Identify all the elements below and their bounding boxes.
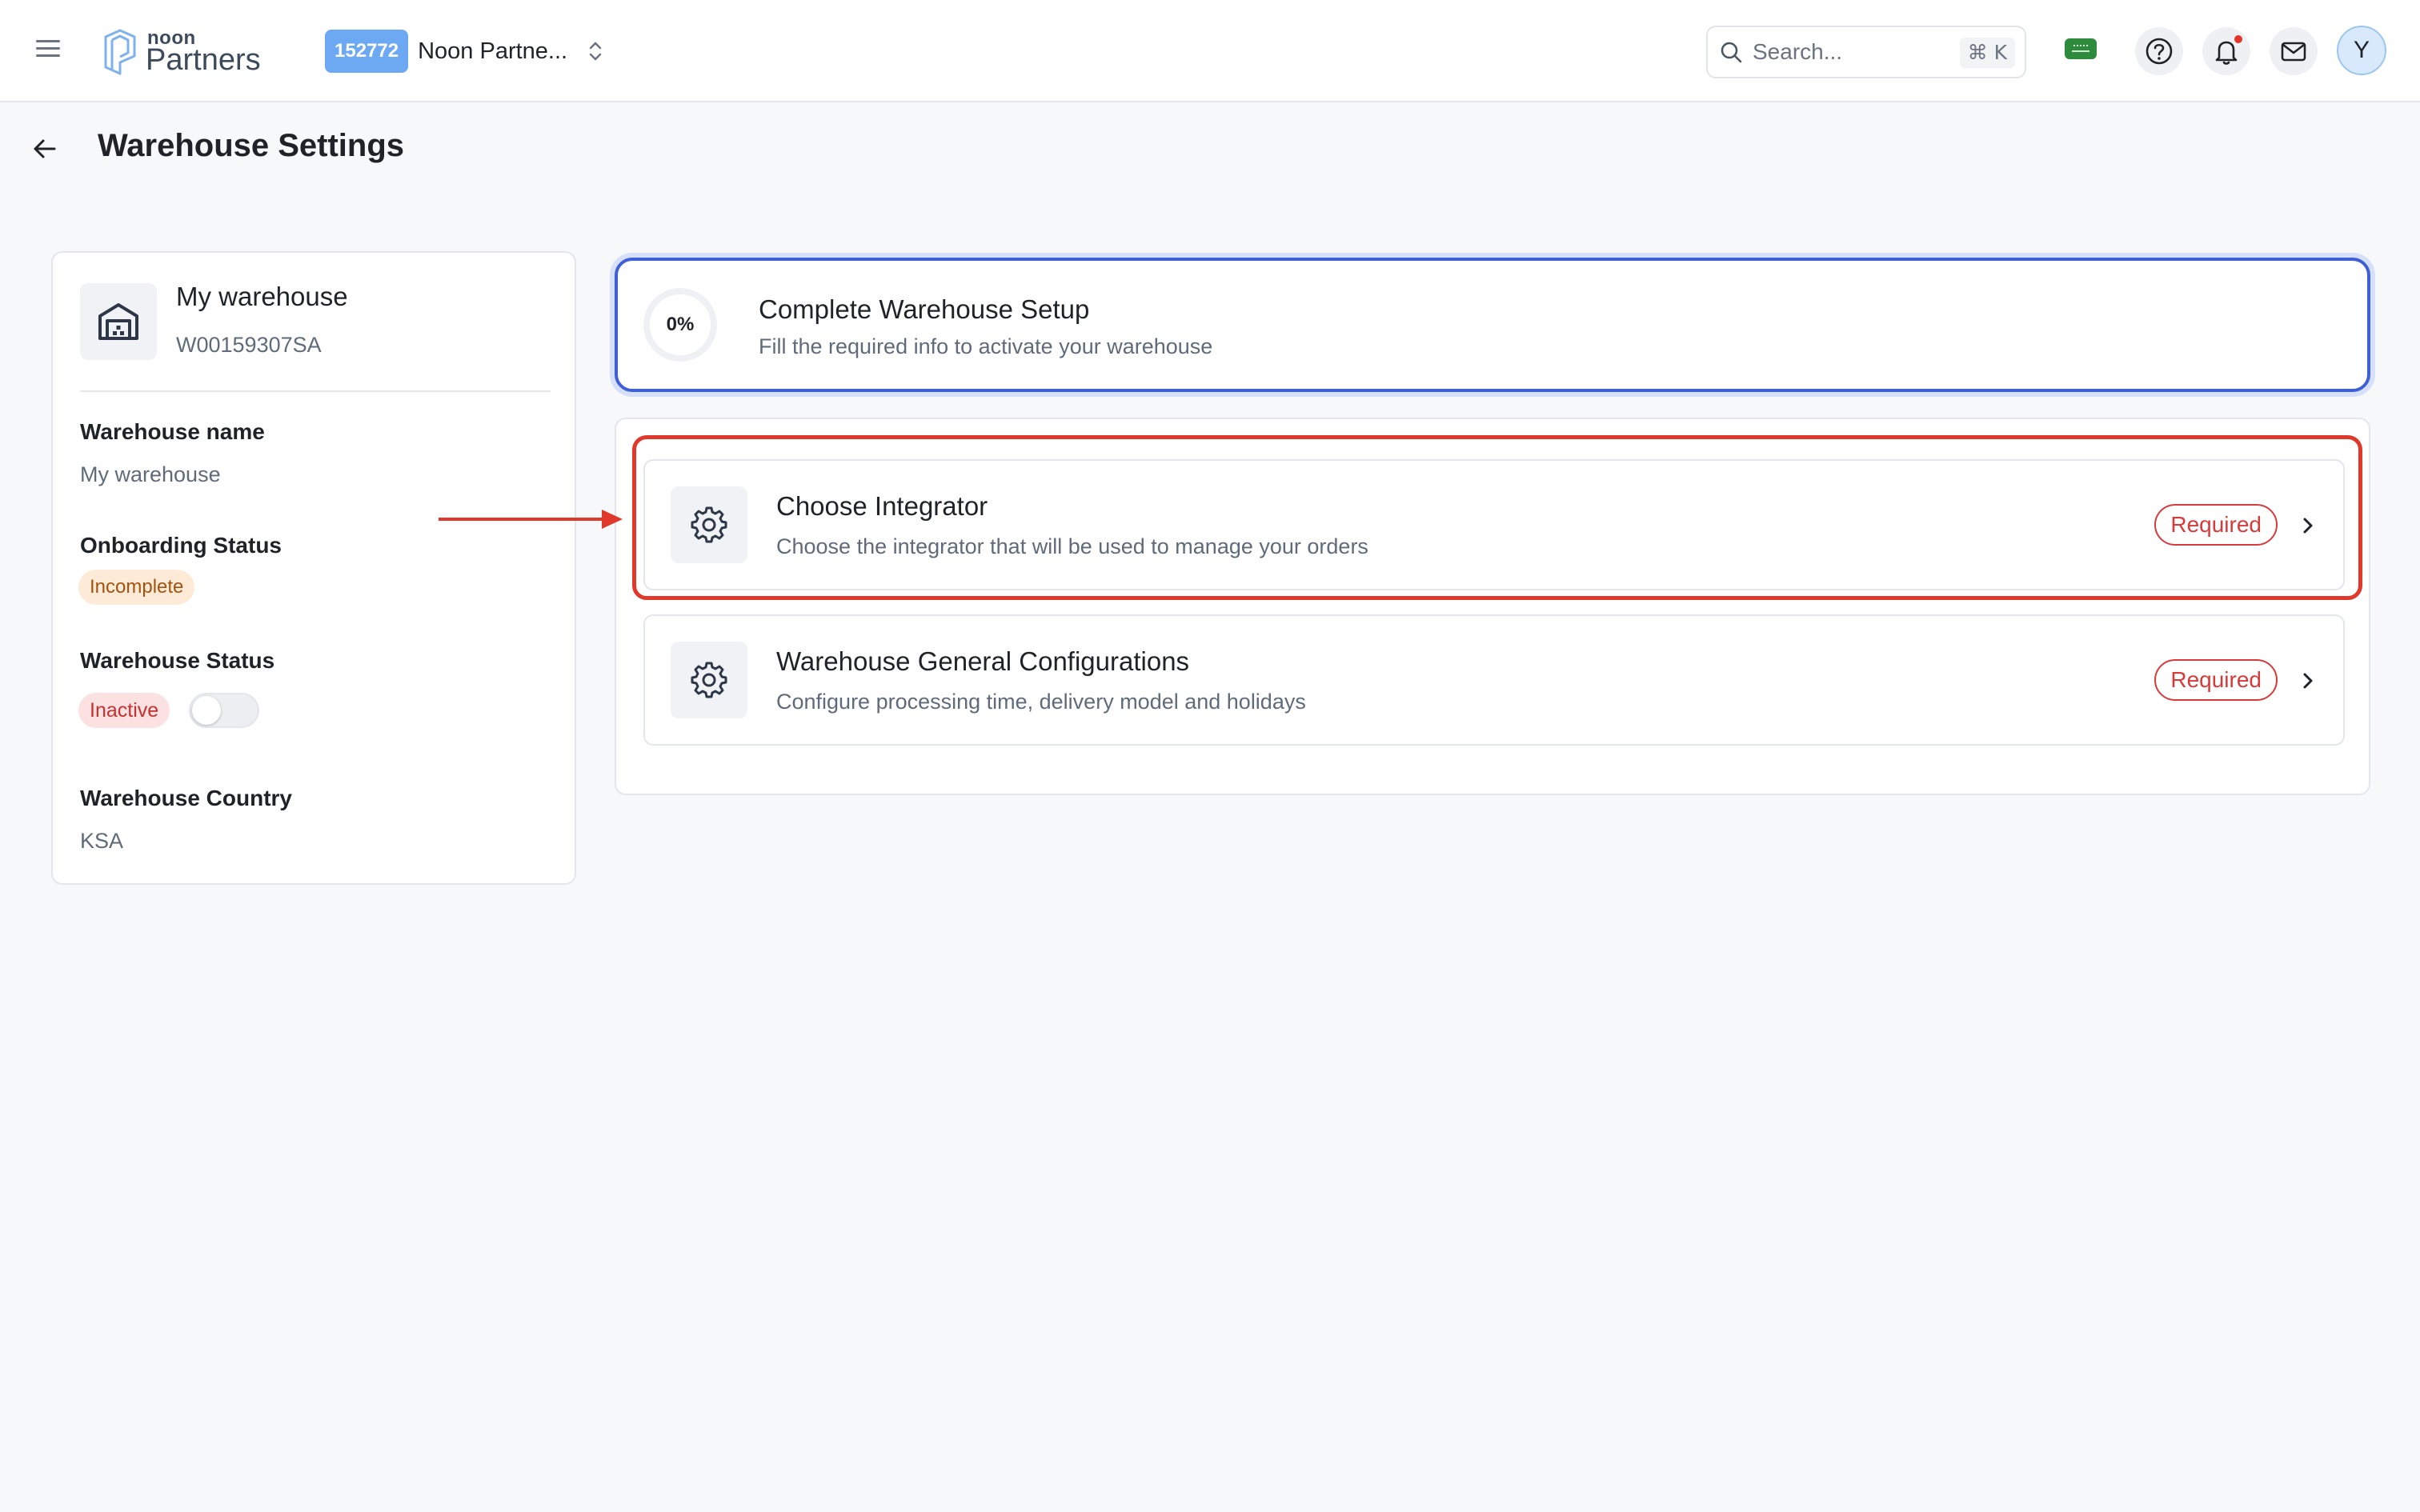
noon-partners-logo[interactable]: noon Partners: [99, 24, 267, 80]
warehouse-code: W00159307SA: [176, 333, 322, 357]
task-icon-box: [671, 642, 747, 718]
task-warehouse-general-configurations[interactable]: Warehouse General Configurations Configu…: [643, 614, 2345, 746]
warehouse-name-heading: My warehouse: [176, 282, 348, 311]
task-title: Warehouse General Configurations: [776, 646, 1190, 676]
onboarding-status-label: Onboarding Status: [80, 533, 282, 558]
warehouse-country-label: Warehouse Country: [80, 786, 292, 810]
saudi-flag-icon[interactable]: [2065, 38, 2097, 59]
setup-tasks-card: Choose Integrator Choose the integrator …: [615, 418, 2370, 795]
progress-percentage: 0%: [666, 314, 695, 335]
warehouse-status-label: Warehouse Status: [80, 648, 275, 673]
onboarding-status-badge: Incomplete: [78, 570, 195, 605]
chevron-right-icon: [2303, 518, 2313, 534]
task-subtitle: Choose the integrator that will be used …: [776, 534, 1368, 558]
required-badge: Required: [2154, 504, 2278, 546]
help-icon: [2146, 38, 2173, 65]
setup-subtitle: Fill the required info to activate your …: [759, 334, 1213, 358]
help-button[interactable]: [2135, 27, 2183, 75]
notifications-button[interactable]: [2202, 27, 2250, 75]
divider: [80, 390, 551, 392]
search-icon: [1721, 42, 1742, 63]
setup-title: Complete Warehouse Setup: [759, 294, 1090, 324]
warehouse-status-toggle[interactable]: [189, 693, 259, 728]
gear-icon: [691, 506, 727, 543]
warehouse-icon: [98, 303, 138, 340]
task-title: Choose Integrator: [776, 491, 988, 521]
chevron-up-down-icon: [589, 42, 602, 61]
mail-icon: [2281, 42, 2306, 62]
search-shortcut: ⌘ K: [1959, 38, 2015, 68]
warehouse-info-card: My warehouse W00159307SA Warehouse name …: [51, 251, 576, 885]
account-switcher[interactable]: 152772 Noon Partne...: [325, 29, 604, 74]
warehouse-status-badge: Inactive: [78, 693, 170, 728]
warehouse-country-value: KSA: [80, 829, 124, 853]
top-bar: noon Partners 152772 Noon Partne... ⌘ K: [0, 0, 2420, 102]
page-title: Warehouse Settings: [98, 128, 405, 163]
warehouse-name-label: Warehouse name: [80, 419, 265, 444]
warehouse-icon-box: [80, 283, 157, 360]
search-input[interactable]: [1753, 39, 1937, 65]
required-badge: Required: [2154, 659, 2278, 701]
task-subtitle: Configure processing time, delivery mode…: [776, 690, 1306, 714]
toggle-knob: [192, 696, 221, 725]
search-box[interactable]: ⌘ K: [1706, 26, 2026, 78]
account-name: Noon Partne...: [418, 38, 568, 64]
messages-button[interactable]: [2270, 27, 2318, 75]
warehouse-name-value: My warehouse: [80, 462, 221, 486]
task-icon-box: [671, 486, 747, 563]
logo-mark-icon: [104, 29, 136, 75]
setup-progress-card: 0% Complete Warehouse Setup Fill the req…: [615, 258, 2370, 392]
back-arrow-icon[interactable]: [29, 133, 61, 165]
hamburger-icon[interactable]: [32, 35, 64, 67]
notification-dot: [2233, 34, 2244, 45]
user-avatar[interactable]: Y: [2337, 26, 2386, 75]
gear-icon: [691, 662, 727, 698]
logo-partners-text: Partners: [146, 43, 261, 77]
chevron-right-icon: [2303, 673, 2313, 689]
account-id-badge: 152772: [325, 30, 409, 73]
task-choose-integrator[interactable]: Choose Integrator Choose the integrator …: [643, 459, 2345, 590]
